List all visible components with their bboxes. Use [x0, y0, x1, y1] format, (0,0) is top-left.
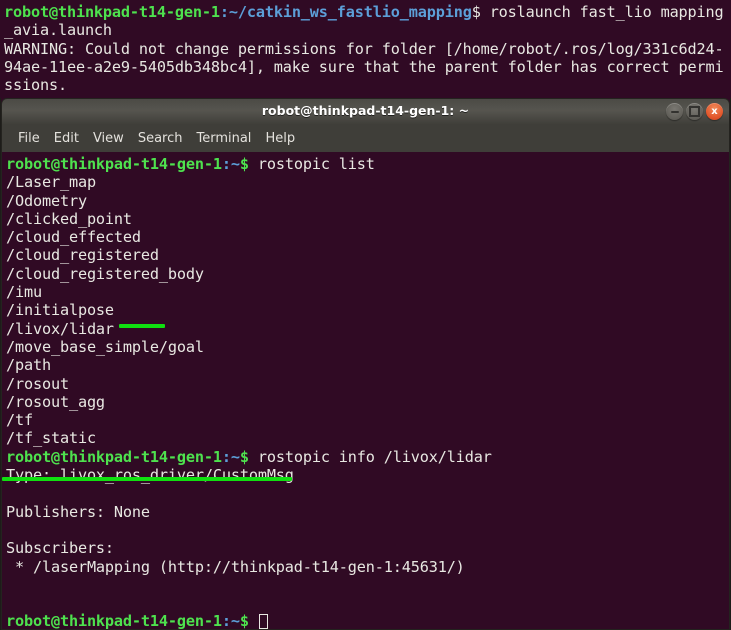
minimize-icon	[670, 110, 679, 113]
prompt-user-host: robot@thinkpad-t14-gen-1	[6, 447, 222, 466]
close-icon: x	[711, 105, 718, 117]
terminal-line: /imu	[6, 283, 724, 301]
terminal-output-text: /initialpose	[6, 301, 114, 320]
terminal-line: /clicked_point	[6, 210, 724, 228]
terminal-line: /livox/lidar	[6, 320, 724, 338]
terminal-line: robot@thinkpad-t14-gen-1:~$	[6, 612, 724, 630]
background-terminal-line: ssions.	[4, 76, 727, 94]
background-terminal-line: WARNING: Could not change permissions fo…	[4, 40, 727, 58]
terminal-output-text: /rosout_agg	[6, 392, 105, 411]
terminal-line: /path	[6, 356, 724, 374]
terminal-output-text	[6, 484, 15, 502]
prompt-path: ~	[230, 155, 240, 173]
background-terminal-line: robot@thinkpad-t14-gen-1:~/catkin_ws_fas…	[4, 3, 727, 21]
terminal-text-segment: _avia.launch	[4, 21, 112, 40]
prompt-dollar: $	[239, 155, 258, 173]
terminal-text-segment: 94ae-11ee-a2e9-5405db348bc4], make sure …	[4, 57, 724, 76]
terminal-output-text: /imu	[6, 283, 42, 302]
terminal-output-area[interactable]: robot@thinkpad-t14-gen-1:~$ rostopic lis…	[1, 152, 730, 630]
background-terminal[interactable]: robot@thinkpad-t14-gen-1:~/catkin_ws_fas…	[0, 0, 731, 100]
terminal-text-segment: robot@thinkpad-t14-gen-1	[4, 3, 220, 21]
terminal-text-segment: :	[219, 3, 229, 21]
terminal-output-text: /rosout	[6, 374, 69, 393]
terminal-line	[6, 484, 724, 502]
terminal-output-text	[6, 594, 15, 612]
terminal-text-segment: ssions.	[4, 76, 67, 95]
menu-item-terminal[interactable]: Terminal	[189, 129, 258, 148]
prompt-colon: :	[221, 612, 231, 630]
prompt-path: ~	[230, 612, 240, 630]
terminal-window: robot@thinkpad-t14-gen-1: ~ x File Edit Vi…	[0, 98, 731, 630]
background-terminal-line: _avia.launch	[4, 21, 727, 39]
menu-item-help[interactable]: Help	[258, 129, 302, 148]
terminal-output-text: /tf_static	[6, 429, 96, 448]
terminal-line: robot@thinkpad-t14-gen-1:~$ rostopic lis…	[6, 155, 724, 173]
terminal-output-text: /cloud_registered	[6, 246, 159, 265]
terminal-line: /rosout	[6, 375, 724, 393]
menu-item-view[interactable]: View	[86, 129, 131, 148]
terminal-output-text: /cloud_effected	[6, 228, 141, 247]
terminal-line: /cloud_registered	[6, 246, 724, 264]
terminal-text-segment: ~/catkin_ws_fastlio_mapping	[228, 3, 472, 21]
terminal-output-text: * /laserMapping (http://thinkpad-t14-gen…	[6, 557, 465, 576]
prompt-user-host: robot@thinkpad-t14-gen-1	[6, 612, 222, 630]
title-bar[interactable]: robot@thinkpad-t14-gen-1: ~ x	[1, 98, 730, 124]
prompt-path: ~	[230, 447, 240, 466]
terminal-line	[6, 521, 724, 539]
terminal-output-text: /Laser_map	[6, 173, 96, 192]
terminal-line	[6, 594, 724, 612]
terminal-line: /cloud_registered_body	[6, 265, 724, 283]
terminal-line: /tf	[6, 411, 724, 429]
highlight-livox-lidar	[119, 324, 165, 328]
window-title: robot@thinkpad-t14-gen-1: ~	[261, 103, 470, 118]
text-cursor[interactable]	[258, 614, 268, 629]
terminal-line: Type: livox_ros_driver/CustomMsg	[6, 466, 724, 484]
terminal-output-text	[6, 576, 15, 594]
terminal-line: /rosout_agg	[6, 393, 724, 411]
terminal-line: * /laserMapping (http://thinkpad-t14-gen…	[6, 558, 724, 576]
terminal-output-text: /move_base_simple/goal	[6, 337, 204, 356]
close-button[interactable]: x	[706, 103, 723, 120]
prompt-colon: :	[221, 447, 231, 466]
terminal-line: /move_base_simple/goal	[6, 338, 724, 356]
menu-item-edit[interactable]: Edit	[47, 129, 86, 148]
background-terminal-line: 94ae-11ee-a2e9-5405db348bc4], make sure …	[4, 58, 727, 76]
minimize-button[interactable]	[666, 103, 683, 120]
terminal-output-text: /path	[6, 356, 51, 375]
terminal-text-segment: WARNING: Could not change permissions fo…	[4, 39, 724, 58]
terminal-line: Publishers: None	[6, 503, 724, 521]
terminal-command: rostopic list	[257, 155, 375, 173]
terminal-output-text: /cloud_registered_body	[6, 264, 204, 283]
menu-item-search[interactable]: Search	[131, 129, 190, 148]
prompt-colon: :	[221, 155, 231, 173]
prompt-dollar: $	[239, 612, 258, 630]
terminal-line: /tf_static	[6, 429, 724, 447]
terminal-line	[6, 576, 724, 594]
highlight-type-custommsg	[2, 477, 292, 481]
terminal-line: /Odometry	[6, 192, 724, 210]
maximize-icon	[689, 106, 700, 117]
terminal-line: /cloud_effected	[6, 228, 724, 246]
terminal-output-text: /Odometry	[6, 191, 87, 210]
terminal-output-text: /clicked_point	[6, 209, 132, 228]
terminal-output-text: Type: livox_ros_driver/CustomMsg	[6, 466, 294, 485]
maximize-button[interactable]	[686, 103, 703, 120]
window-controls: x	[666, 103, 723, 120]
prompt-user-host: robot@thinkpad-t14-gen-1	[6, 155, 222, 173]
terminal-line: Subscribers:	[6, 539, 724, 557]
terminal-line: /Laser_map	[6, 173, 724, 191]
terminal-line: robot@thinkpad-t14-gen-1:~$ rostopic inf…	[6, 448, 724, 466]
terminal-text-segment: $ roslaunch fast_lio mapping	[471, 3, 724, 21]
terminal-command: rostopic info /livox/lidar	[257, 447, 492, 466]
terminal-output-text	[6, 521, 15, 539]
terminal-output-text: /livox/lidar	[6, 319, 114, 338]
menu-item-file[interactable]: File	[11, 129, 47, 148]
prompt-dollar: $	[239, 447, 258, 466]
terminal-output-text: Publishers: None	[6, 502, 150, 521]
menu-bar: File Edit View Search Terminal Help	[1, 124, 730, 152]
terminal-output-text: /tf	[6, 411, 33, 430]
terminal-output-text: Subscribers:	[6, 539, 114, 558]
terminal-line: /initialpose	[6, 301, 724, 319]
